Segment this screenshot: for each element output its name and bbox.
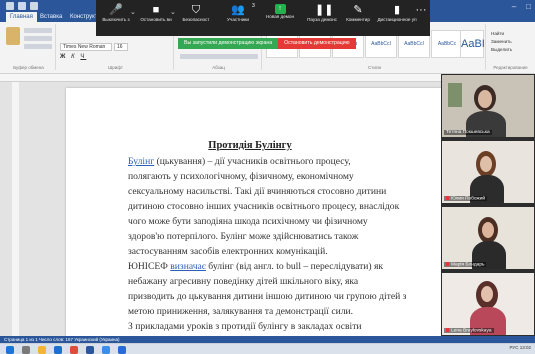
face	[478, 90, 492, 108]
participants-icon: 👥	[231, 4, 245, 16]
more-button[interactable]: ···	[412, 0, 430, 17]
doc-line-9: небажану агресивну поведінку дітей шкіль…	[128, 276, 359, 287]
doc-link-vyznachaye[interactable]: визначає	[170, 261, 206, 272]
sharing-status: Вы запустили демонстрацию экрана	[178, 38, 279, 49]
chevron-up-icon[interactable]: ⌄	[170, 8, 176, 16]
find-button[interactable]: Найти	[491, 30, 512, 38]
participant-tile[interactable]: Lena Braylovskaya	[442, 273, 534, 335]
zoom-app-icon[interactable]	[54, 346, 62, 354]
doc-line-5: чого може бути заподіяна шкода психічном…	[128, 216, 368, 227]
minimize-icon[interactable]: –	[512, 2, 516, 11]
doc-line-1: Булінг (цькування) – дії учасників освіт…	[128, 156, 351, 167]
tab-home[interactable]: Главная	[6, 12, 37, 22]
select-button[interactable]: Выделить	[491, 46, 512, 54]
word-status-bar: Страница 1 из 1 Число слов: 167 Украинск…	[0, 336, 535, 343]
doc-link-bulling[interactable]: Булінг	[128, 156, 154, 167]
paragraph-label: Абзац	[212, 65, 225, 70]
editing-group: Найти Заменить Выделить Редактирование	[488, 24, 533, 70]
participant-tile[interactable]: Юлия Побожий	[442, 141, 534, 203]
share-screen-icon: ↑	[274, 4, 286, 14]
keyboard-language[interactable]: РУС	[509, 345, 518, 350]
background-painting	[448, 83, 462, 107]
shield-icon: ⛉	[191, 4, 201, 16]
format-painter-button[interactable]	[24, 44, 52, 49]
editing-label: Редактирование	[493, 65, 528, 70]
editing-items: Найти Заменить Выделить	[491, 30, 512, 54]
participants-video-panel: Тетяна Покшевська Юлия Побожий Марія Бон…	[441, 74, 535, 343]
clock-time[interactable]: 13:02	[520, 345, 531, 350]
tab-insert[interactable]: Вставка	[36, 12, 66, 22]
annotate-button[interactable]: ✎ Комментир	[338, 0, 378, 23]
paragraph-align-buttons[interactable]	[180, 54, 258, 59]
share-banner: Вы запустили демонстрацию экрана Останов…	[178, 38, 356, 49]
font-format-buttons[interactable]: Ж К Ч	[60, 54, 86, 60]
clipboard-group: Буфер обмена	[2, 24, 56, 70]
doc-line-6: здоров'ю потерпілого. Булінг може здійсн…	[128, 231, 359, 242]
undo-icon[interactable]	[30, 2, 38, 10]
zoom-share-toolbar: 🎤 Выключить з ⌄ ■ Остановить ви ⌄ ⛉ Безо…	[96, 0, 430, 36]
chevron-up-icon[interactable]: ⌄	[130, 8, 136, 16]
style-subtitle[interactable]: AaBI	[460, 30, 485, 58]
doc-line-3: сексуальному насильстві. Такі дії вчиняю…	[128, 186, 387, 197]
doc-line-2: полягають у психологічному, фізичному, е…	[128, 171, 354, 182]
doc-line-4: дитиною стосовно інших учасників освітнь…	[128, 201, 400, 212]
style-title[interactable]: AaBbCc	[431, 30, 463, 58]
cut-button[interactable]	[24, 28, 52, 33]
pause-icon: ❚❚	[315, 4, 334, 16]
mic-icon: 🎤	[109, 4, 123, 16]
participant-name: Марія Бондарь	[444, 261, 487, 267]
mic-muted-icon	[446, 195, 449, 200]
maximize-icon[interactable]: □	[526, 2, 531, 11]
mic-muted-icon	[446, 327, 449, 332]
windows-taskbar: РУС 13:02	[0, 343, 535, 354]
styles-label: Стили	[368, 65, 381, 70]
quick-access-toolbar	[6, 2, 38, 10]
screen: { "zoom_toolbar": { "items": [ {"label":…	[0, 0, 535, 354]
font-name-select[interactable]: Times New Roman	[60, 43, 112, 51]
word-icon	[6, 2, 14, 10]
participant-name: Lena Braylovskaya	[444, 327, 494, 333]
horizontal-ruler	[0, 74, 441, 82]
participant-tile[interactable]: Тетяна Покшевська	[442, 75, 534, 137]
paste-icon[interactable]	[6, 27, 20, 45]
new-share-button[interactable]: ↑ Новая демон	[260, 0, 300, 20]
file-explorer-icon[interactable]	[38, 346, 46, 354]
remote-control-icon: ▮	[393, 4, 401, 16]
participant-name: Юлия Побожий	[444, 195, 488, 201]
font-size-select[interactable]: 16	[114, 43, 128, 51]
doc-line-12: З прикладами уроків з протидії булінгу в…	[128, 321, 362, 332]
chrome-icon[interactable]	[70, 346, 78, 354]
clipboard-label: Буфер обмена	[13, 65, 44, 70]
save-icon[interactable]	[18, 2, 26, 10]
start-icon[interactable]	[6, 346, 14, 354]
copy-button[interactable]	[24, 36, 52, 41]
font-label: Шрифт	[108, 65, 123, 70]
browser-icon[interactable]	[118, 346, 126, 354]
stop-share-button[interactable]: Остановить демонстрацию	[278, 38, 356, 49]
search-icon[interactable]	[22, 346, 30, 354]
security-button[interactable]: ⛉ Безопасност	[176, 0, 216, 23]
system-tray: РУС 13:02	[509, 345, 531, 350]
camera-icon: ■	[152, 4, 160, 16]
face	[482, 222, 494, 238]
vertical-ruler	[12, 82, 19, 336]
more-icon: ···	[415, 4, 427, 16]
doc-line-7: застосуванням засобів електронних комуні…	[128, 246, 328, 257]
face	[480, 156, 492, 172]
doc-line-10: призводить до цькування дитини іншою дит…	[128, 291, 407, 302]
doc-line-11: метою приниження, залякування та демонст…	[128, 306, 354, 317]
telegram-icon[interactable]	[102, 346, 110, 354]
document-title: Протидія Булінгу	[208, 140, 292, 151]
window-controls: – □	[512, 2, 531, 11]
participant-tile[interactable]: Марія Бондарь	[442, 207, 534, 269]
participant-name: Тетяна Покшевська	[444, 130, 492, 135]
annotate-icon: ✎	[353, 4, 363, 16]
word-app-icon[interactable]	[86, 346, 94, 354]
mic-muted-icon	[446, 261, 449, 266]
replace-button[interactable]: Заменить	[491, 38, 512, 46]
participant-count: 3	[252, 3, 255, 9]
pause-share-button[interactable]: ❚❚ Пауза демонс	[302, 0, 342, 23]
doc-line-8: ЮНІСЕФ визначає булінг (від англ. to bul…	[128, 261, 384, 272]
face	[481, 286, 493, 302]
